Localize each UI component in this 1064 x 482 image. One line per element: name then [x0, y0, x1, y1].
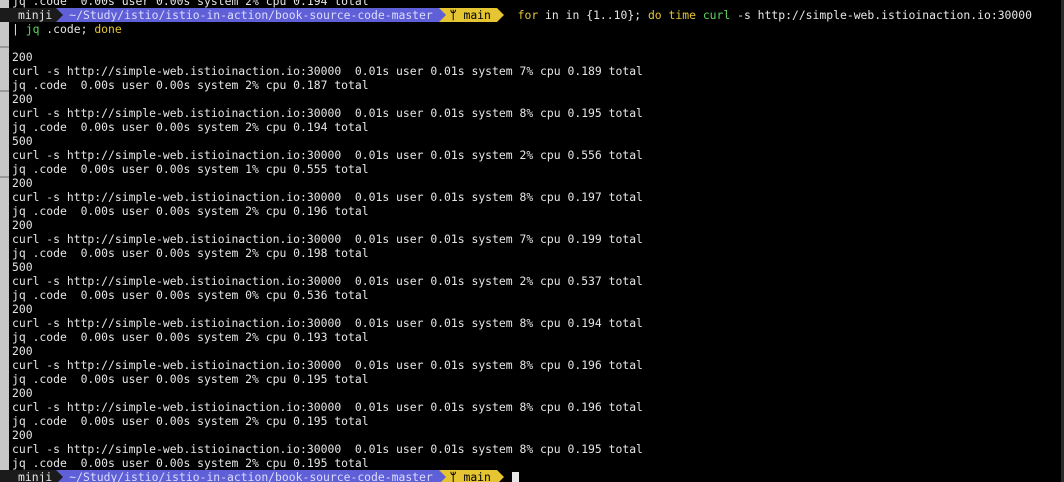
curl-timing-line: curl -s http://simple-web.istioinaction.… — [12, 148, 643, 162]
curl-timing-line: curl -s http://simple-web.istioinaction.… — [12, 190, 643, 204]
segment-arrow-icon — [438, 8, 446, 22]
text-cursor[interactable] — [511, 471, 519, 482]
prompt-user: minji — [0, 470, 57, 482]
status-code-line: 200 — [12, 50, 33, 64]
git-branch-icon: ᛘ — [449, 8, 457, 22]
curl-timing-line: curl -s http://simple-web.istioinaction.… — [12, 232, 643, 246]
curl-timing-line: curl -s http://simple-web.istioinaction.… — [12, 316, 643, 330]
curl-timing-line: curl -s http://simple-web.istioinaction.… — [12, 442, 643, 456]
prompt-git-segment: ᛘ main — [445, 8, 497, 22]
curl-timing-line: curl -s http://simple-web.istioinaction.… — [12, 274, 643, 288]
jq-timing-line: jq .code 0.00s user 0.00s system 2% cpu … — [12, 414, 369, 428]
prompt-branch: main — [463, 470, 491, 482]
jq-timing-line: jq .code 0.00s user 0.00s system 2% cpu … — [12, 330, 369, 344]
status-code-line: 200 — [12, 92, 33, 106]
prompt-user: minji — [0, 8, 57, 22]
status-code-line: 200 — [12, 344, 33, 358]
status-code-line: 200 — [12, 428, 33, 442]
status-code-line: 500 — [12, 134, 33, 148]
command-input[interactable]: for in in {1..10}; do time curl -s http:… — [518, 8, 1032, 22]
jq-timing-line: jq .code 0.00s user 0.00s system 2% cpu … — [12, 120, 369, 134]
terminal-output: jq .code 0.00s user 0.00s system 2% cpu … — [0, 0, 1064, 482]
jq-timing-line: jq .code 0.00s user 0.00s system 2% cpu … — [12, 372, 369, 386]
jq-timing-line: jq .code 0.00s user 0.00s system 1% cpu … — [12, 162, 369, 176]
command-continuation[interactable]: | jq .code; done — [0, 22, 1064, 36]
curl-timing-line: curl -s http://simple-web.istioinaction.… — [12, 358, 643, 372]
prompt-branch: main — [463, 8, 491, 22]
curl-timing-line: curl -s http://simple-web.istioinaction.… — [12, 400, 643, 414]
jq-timing-line: jq .code 0.00s user 0.00s system 2% cpu … — [12, 78, 369, 92]
segment-arrow-icon — [56, 8, 64, 22]
curl-timing-line: curl -s http://simple-web.istioinaction.… — [12, 106, 643, 120]
status-code-line: 200 — [12, 176, 33, 190]
status-code-line: 200 — [12, 302, 33, 316]
segment-arrow-icon — [438, 470, 446, 482]
jq-timing-line: jq .code 0.00s user 0.00s system 0% cpu … — [12, 288, 369, 302]
prompt-path: ~/Study/istio/istio-in-action/book-sourc… — [63, 470, 439, 482]
output-line: jq .code 0.00s user 0.00s system 2% cpu … — [12, 0, 369, 8]
prompt-git-segment: ᛘ main — [445, 470, 497, 482]
active-prompt: minji ~/Study/istio/istio-in-action/book-… — [0, 470, 1064, 482]
status-code-line: 200 — [12, 218, 33, 232]
results-block: 200 curl -s http://simple-web.istioinact… — [0, 50, 1064, 470]
segment-arrow-icon — [496, 8, 504, 22]
curl-timing-line: curl -s http://simple-web.istioinaction.… — [12, 64, 643, 78]
jq-timing-line: jq .code 0.00s user 0.00s system 2% cpu … — [12, 456, 369, 470]
git-branch-icon: ᛘ — [449, 470, 457, 482]
prompt-path: ~/Study/istio/istio-in-action/book-sourc… — [63, 8, 439, 22]
status-code-line: 200 — [12, 386, 33, 400]
segment-arrow-icon — [496, 470, 504, 482]
jq-timing-line: jq .code 0.00s user 0.00s system 2% cpu … — [12, 204, 369, 218]
terminal-window[interactable]: jq .code 0.00s user 0.00s system 2% cpu … — [0, 0, 1064, 482]
command-prompt: minji ~/Study/istio/istio-in-action/book-… — [0, 8, 1064, 22]
segment-arrow-icon — [56, 470, 64, 482]
status-code-line: 500 — [12, 260, 33, 274]
jq-timing-line: jq .code 0.00s user 0.00s system 2% cpu … — [12, 246, 369, 260]
